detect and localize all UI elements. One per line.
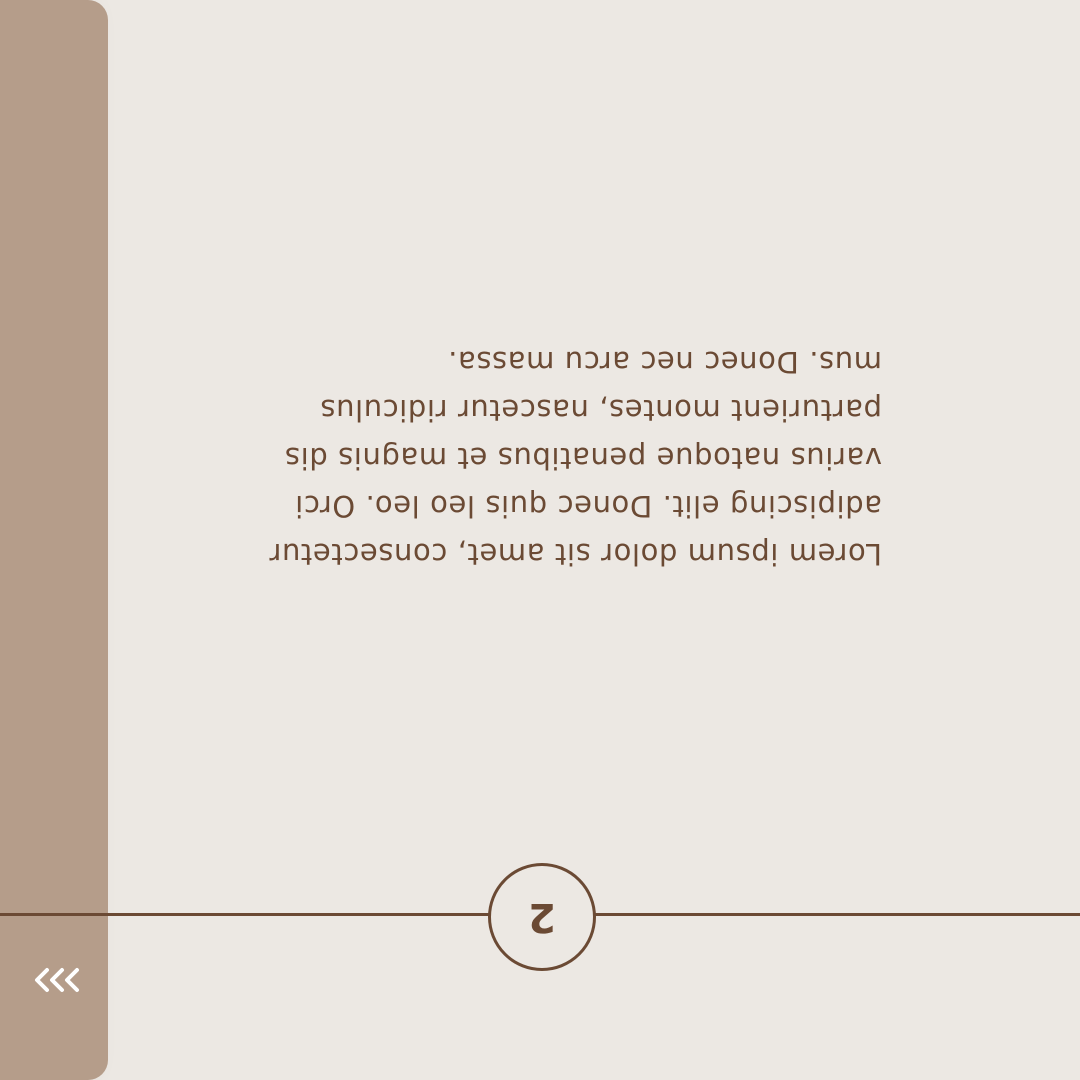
rotated-content: Lorem ipsum dolor sit amet, consectetur … xyxy=(0,0,1080,1080)
body-paragraph: Lorem ipsum dolor sit amet, consectetur … xyxy=(268,345,882,571)
triple-chevron-icon[interactable] xyxy=(32,962,82,998)
side-tab[interactable] xyxy=(0,0,108,1080)
page-canvas: Lorem ipsum dolor sit amet, consectetur … xyxy=(0,0,1080,1080)
page-number: 2 xyxy=(528,894,556,940)
page-number-badge: 2 xyxy=(488,863,596,971)
